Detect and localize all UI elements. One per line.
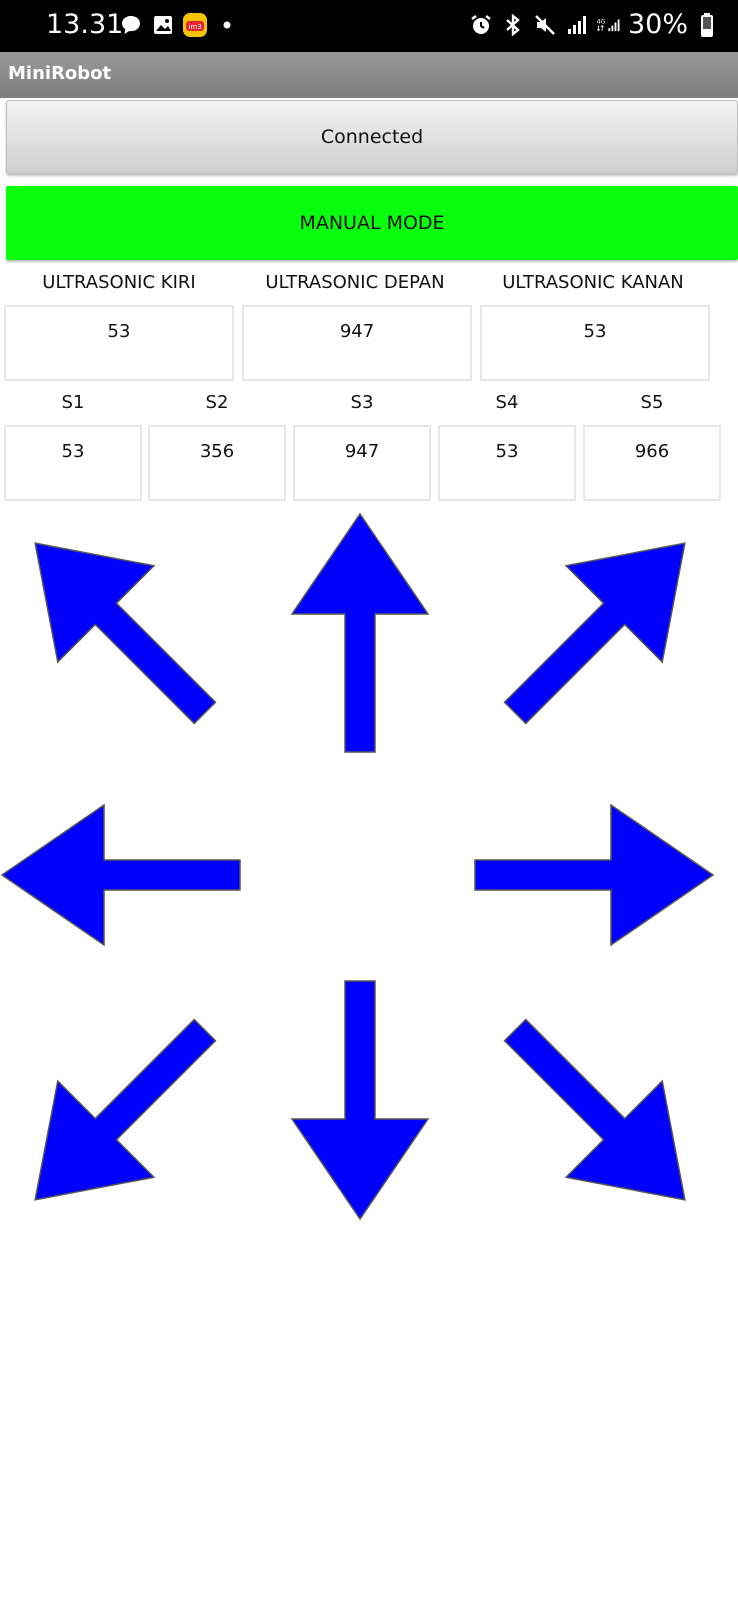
battery-percent: 30% [627,9,688,40]
network-label: 4G [597,18,606,25]
arrow-down-button[interactable] [240,980,480,1225]
status-bar: 13.31 im3 4G 30% [0,0,738,52]
connection-button[interactable]: Connected [6,100,738,174]
ultrasonic-depan-value: 947 [242,305,472,381]
chat-bubble-icon [118,12,144,38]
signal-icon [564,12,590,38]
arrow-left-button[interactable] [0,755,241,995]
app-title-bar: MiniRobot [0,52,738,98]
4g-signal-icon: 4G [596,12,622,38]
dot-icon [214,12,240,38]
arrow-right-button[interactable] [474,755,715,995]
sensor-s2-value: 356 [148,425,286,501]
alarm-icon [468,12,494,38]
arrow-down-right-button[interactable] [480,995,720,1235]
arrow-up-left-button[interactable] [0,508,240,748]
ultrasonic-kiri-label: ULTRASONIC KIRI [42,272,196,293]
myim3-app-icon: im3 [182,12,208,38]
ultrasonic-kiri-value: 53 [4,305,234,381]
svg-text:im3: im3 [188,23,201,31]
ultrasonic-kanan-value: 53 [480,305,710,381]
sensor-s4-value: 53 [438,425,576,501]
sensor-s3-label: S3 [350,392,374,413]
sensor-s5-value: 966 [583,425,721,501]
arrow-down-left-button[interactable] [0,995,240,1235]
sensor-s4-label: S4 [495,392,519,413]
arrow-up-button[interactable] [240,508,480,753]
status-time: 13.31 [46,9,124,40]
app-title: MiniRobot [8,63,112,84]
battery-icon [694,12,720,38]
sensor-s1-label: S1 [61,392,85,413]
sensor-s3-value: 947 [293,425,431,501]
bluetooth-icon [500,12,526,38]
sensor-s1-value: 53 [4,425,142,501]
arrow-up-right-button[interactable] [480,508,720,748]
ultrasonic-depan-label: ULTRASONIC DEPAN [265,272,445,293]
ultrasonic-kanan-label: ULTRASONIC KANAN [502,272,684,293]
mode-button[interactable]: MANUAL MODE [6,186,738,260]
gallery-icon [150,12,176,38]
sensor-s5-label: S5 [640,392,664,413]
sensor-s2-label: S2 [205,392,229,413]
mute-icon [532,12,558,38]
